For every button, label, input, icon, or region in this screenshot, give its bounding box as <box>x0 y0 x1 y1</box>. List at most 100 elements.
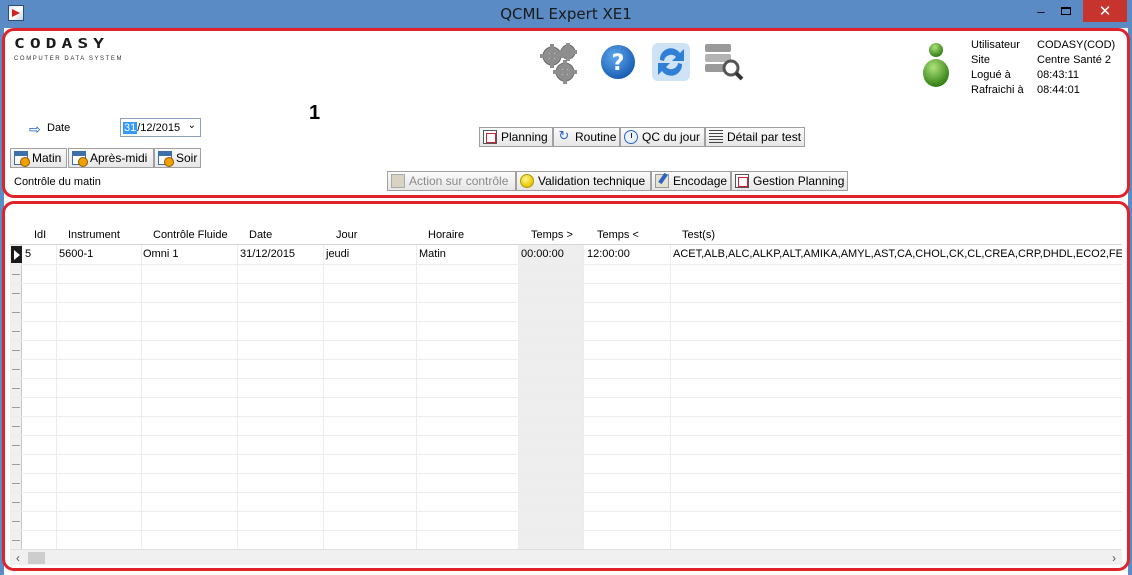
user-info-label: Utilisateur <box>971 39 1020 51</box>
user-info-label: Site <box>971 54 990 66</box>
gestion-planning-label: Gestion Planning <box>753 174 845 188</box>
grid-row-divider <box>10 302 1122 303</box>
grid-column-divider <box>56 226 57 549</box>
logo-name: CODASY <box>14 35 110 52</box>
row-selector-mark <box>12 293 20 294</box>
routine-button[interactable]: ↻ Routine <box>553 127 620 147</box>
yellow-dot-icon <box>520 174 534 188</box>
column-header[interactable]: Horaire <box>428 229 464 241</box>
grid-row-divider <box>10 454 1122 455</box>
server-search-icon[interactable] <box>702 40 748 86</box>
window-title: QCML Expert XE1 <box>500 5 632 23</box>
table-cell[interactable]: jeudi <box>326 248 349 260</box>
calendar-clock-icon <box>14 151 30 167</box>
codasy-logo: CODASY COMPUTER DATA SYSTEM <box>14 35 156 62</box>
grid-row-divider <box>10 530 1122 531</box>
calendar-clock-icon <box>158 151 174 167</box>
table-cell[interactable]: 12:00:00 <box>587 248 630 260</box>
chevron-down-icon[interactable]: ⌄ <box>188 120 196 131</box>
grid-column-divider <box>670 226 671 549</box>
table-cell[interactable]: Matin <box>419 248 446 260</box>
encodage-button[interactable]: Encodage <box>651 171 731 191</box>
encode-icon <box>655 174 669 188</box>
grid-column-divider <box>583 226 584 549</box>
app-icon <box>8 5 24 21</box>
column-header[interactable]: Date <box>249 229 272 241</box>
column-header[interactable]: Test(s) <box>682 229 715 241</box>
row-selector-mark <box>12 331 20 332</box>
grid-row-divider <box>10 416 1122 417</box>
row-selector-mark <box>12 464 20 465</box>
grid-column-divider <box>237 226 238 549</box>
table-cell[interactable]: 5600-1 <box>59 248 93 260</box>
settings-gear-icon[interactable] <box>538 40 584 86</box>
date-picker[interactable]: 31/12/2015 ⌄ <box>120 118 201 137</box>
matin-button[interactable]: Matin <box>10 148 67 168</box>
user-info-value: 08:43:11 <box>1037 69 1080 81</box>
qc-du-jour-button[interactable]: QC du jour <box>620 127 705 147</box>
planning-icon <box>735 174 749 188</box>
user-info-label: Logué à <box>971 69 1011 81</box>
grid-row-divider <box>10 397 1122 398</box>
apres-midi-button[interactable]: Après-midi <box>68 148 154 168</box>
table-cell[interactable]: 00:00:00 <box>521 248 564 260</box>
user-info-value: CODASY(COD) <box>1037 39 1116 51</box>
table-cell[interactable]: 5 <box>25 248 31 260</box>
grid-row-divider <box>10 321 1122 322</box>
row-selector-mark <box>12 369 20 370</box>
row-selector-mark <box>12 502 20 503</box>
action-sur-controle-button[interactable]: Action sur contrôle <box>387 171 516 191</box>
validation-technique-button[interactable]: Validation technique <box>516 171 651 191</box>
column-header[interactable]: Temps > <box>531 229 573 241</box>
planning-label: Planning <box>501 130 548 144</box>
column-header[interactable]: Instrument <box>68 229 120 241</box>
user-info-value: Centre Santé 2 <box>1037 54 1111 66</box>
date-rest: /12/2015 <box>137 121 181 134</box>
clock-icon <box>624 130 638 144</box>
grid-column-divider <box>323 226 324 549</box>
qc-grid[interactable]: IdI Instrument Contrôle Fluide Date Jour… <box>10 226 1122 549</box>
book-icon <box>391 174 405 188</box>
grid-row-divider <box>10 359 1122 360</box>
table-cell[interactable]: 31/12/2015 <box>240 248 295 260</box>
routine-icon: ↻ <box>558 128 570 143</box>
user-info-value: 08:44:01 <box>1037 84 1080 96</box>
column-header[interactable]: IdI <box>34 229 46 241</box>
row-selector-mark <box>12 483 20 484</box>
gestion-planning-button[interactable]: Gestion Planning <box>731 171 848 191</box>
date-label: Date <box>47 122 71 134</box>
soir-button[interactable]: Soir <box>154 148 201 168</box>
column-header[interactable]: Contrôle Fluide <box>153 229 228 241</box>
validation-technique-label: Validation technique <box>538 174 646 188</box>
user-info-panel: Utilisateur CODASY(COD) Site Centre Santé … <box>971 38 1115 98</box>
scroll-left-icon[interactable]: ‹ <box>10 550 26 566</box>
column-header[interactable]: Jour <box>336 229 357 241</box>
scroll-right-icon[interactable]: › <box>1106 550 1122 566</box>
detail-par-test-label: Détail par test <box>727 130 802 144</box>
svg-text:?: ? <box>612 51 625 76</box>
close-button[interactable]: ✕ <box>1083 0 1127 22</box>
grid-row-divider <box>10 492 1122 493</box>
planning-button[interactable]: Planning <box>479 127 553 147</box>
grid-column-divider <box>141 226 142 549</box>
table-cell[interactable]: ACET,ALB,ALC,ALKP,ALT,AMIKA,AMYL,AST,CA,… <box>673 248 1122 260</box>
column-header[interactable]: Temps < <box>597 229 639 241</box>
grid-row-divider <box>10 473 1122 474</box>
scrollbar-thumb[interactable] <box>28 552 45 564</box>
current-row-indicator-icon <box>11 246 22 263</box>
detail-par-test-button[interactable]: Détail par test <box>705 127 805 147</box>
control-label: Contrôle du matin <box>14 176 101 188</box>
grid-row-divider <box>10 283 1122 284</box>
grid-row-divider <box>10 511 1122 512</box>
help-icon[interactable]: ? <box>598 40 644 86</box>
refresh-icon[interactable] <box>650 40 696 86</box>
table-cell[interactable]: Omni 1 <box>143 248 178 260</box>
row-selector-mark <box>12 521 20 522</box>
horizontal-scrollbar[interactable]: ‹ › <box>10 549 1122 565</box>
minimize-button[interactable]: – <box>1030 0 1052 22</box>
grid-row-divider <box>10 378 1122 379</box>
user-info-label: Rafraichi à <box>971 84 1024 96</box>
user-info-row: Utilisateur CODASY(COD) <box>971 38 1115 53</box>
grid-row-divider <box>10 435 1122 436</box>
maximize-button[interactable] <box>1055 0 1077 22</box>
